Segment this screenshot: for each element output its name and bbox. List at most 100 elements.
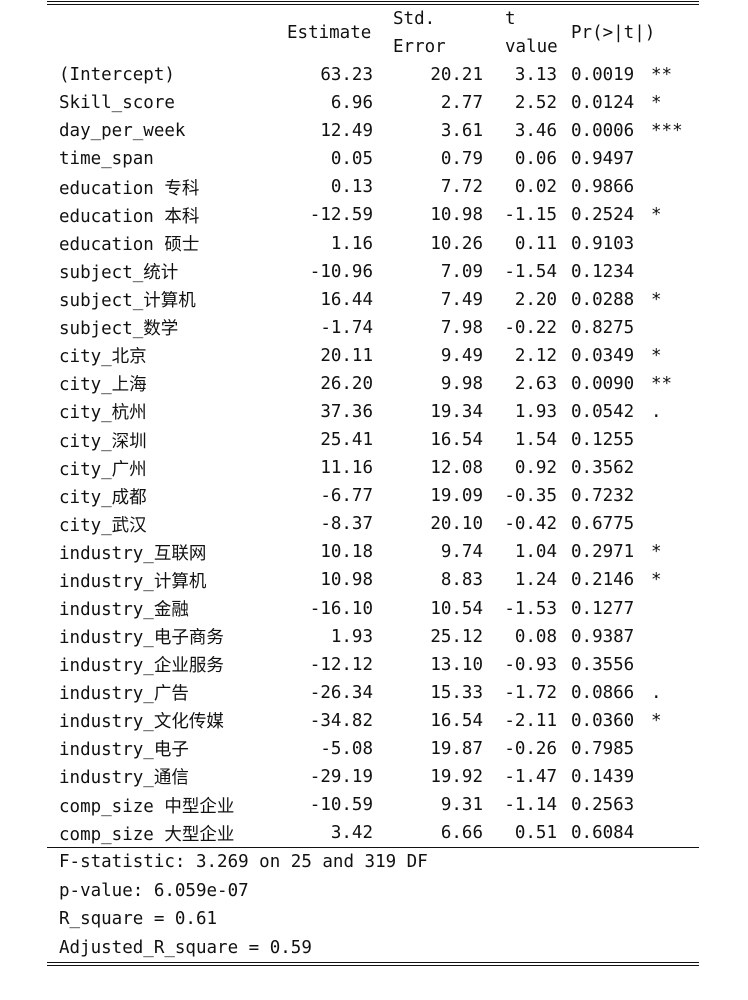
row-estimate: 12.49: [320, 121, 373, 142]
row-significance: .: [651, 401, 662, 422]
row-t-value: -0.93: [504, 654, 557, 675]
bottom-rule-inner: [47, 965, 699, 967]
row-name: subject_统计: [59, 263, 179, 284]
table-row: industry_文化传媒 -34.82 16.54 -2.11 0.0360 *: [47, 707, 699, 735]
row-p-value: 0.1234: [571, 261, 635, 282]
table-row: industry_计算机 10.98 8.83 1.24 0.2146 *: [47, 566, 699, 594]
row-std-error: 7.49: [440, 289, 483, 310]
row-p-value: 0.8275: [571, 317, 635, 338]
table-row: industry_电子商务 1.93 25.12 0.08 0.9387: [47, 623, 699, 651]
adjusted-r-square: Adjusted_R_square = 0.59: [59, 937, 312, 958]
row-significance: [651, 426, 699, 454]
top-rule: [47, 1, 699, 2]
row-std-error: 19.87: [430, 738, 483, 759]
row-t-value: 1.93: [514, 401, 557, 422]
table-row: city_杭州 37.36 19.34 1.93 0.0542.: [47, 398, 699, 426]
row-estimate: -10.59: [309, 795, 373, 816]
row-significance: [651, 510, 699, 538]
row-t-value: -1.72: [504, 682, 557, 703]
row-significance: [651, 594, 699, 622]
row-significance: [651, 763, 699, 791]
row-p-value: 0.6775: [571, 514, 635, 535]
table-row: education 专科 0.13 7.72 0.02 0.9866: [47, 173, 699, 201]
row-std-error: 8.83: [440, 570, 483, 591]
row-name: industry_通信: [59, 768, 189, 789]
row-t-value: 0.08: [514, 626, 557, 647]
row-estimate: 0.13: [330, 177, 373, 198]
row-estimate: -6.77: [320, 486, 373, 507]
row-std-error: 2.77: [440, 93, 483, 114]
row-std-error: 7.98: [440, 317, 483, 338]
row-significance: [651, 145, 699, 173]
row-name: industry_互联网: [59, 543, 207, 564]
header-p-value: Pr(>|t|): [571, 23, 656, 43]
row-t-value: -0.42: [504, 514, 557, 535]
row-name: subject_计算机: [59, 291, 196, 312]
regression-table-document: Estimate Std. Error t value Pr(>|t|) (Inte…: [47, 0, 699, 967]
row-name: industry_电子商务: [59, 628, 224, 649]
row-estimate: 6.96: [330, 93, 373, 114]
row-significance: **: [651, 373, 673, 394]
row-t-value: 1.24: [514, 570, 557, 591]
row-t-value: 2.52: [514, 93, 557, 114]
row-significance: .: [651, 682, 662, 703]
row-estimate: -12.12: [309, 654, 373, 675]
row-estimate: -10.96: [309, 261, 373, 282]
row-name: city_武汉: [59, 515, 147, 536]
table-row: city_上海 26.20 9.98 2.63 0.0090 **: [47, 370, 699, 398]
row-std-error: 7.72: [440, 177, 483, 198]
row-estimate: 11.16: [320, 458, 373, 479]
row-t-value: -0.22: [504, 317, 557, 338]
row-p-value: 0.0124: [571, 93, 635, 114]
row-t-value: 2.63: [514, 373, 557, 394]
row-p-value: 0.0019: [571, 65, 635, 86]
table-row: day_per_week 12.49 3.61 3.46 0.0006 ***: [47, 117, 699, 145]
row-significance: [651, 651, 699, 679]
row-p-value: 0.1439: [571, 766, 635, 787]
row-t-value: 3.13: [514, 65, 557, 86]
table-row: industry_广告 -26.34 15.33 -1.72 0.0866.: [47, 679, 699, 707]
row-name: industry_金融: [59, 600, 189, 621]
model-summary: F-statistic: 3.269 on 25 and 319 DF p-va…: [47, 848, 699, 962]
row-significance: [651, 173, 699, 201]
row-std-error: 9.74: [440, 542, 483, 563]
row-significance: [651, 482, 699, 510]
table-row: city_成都 -6.77 19.09 -0.35 0.7232: [47, 482, 699, 510]
row-name: industry_计算机: [59, 571, 207, 592]
row-t-value: 2.12: [514, 345, 557, 366]
row-name: industry_电子: [59, 740, 189, 761]
row-significance: *: [651, 542, 662, 563]
row-estimate: -34.82: [309, 710, 373, 731]
row-p-value: 0.9387: [571, 626, 635, 647]
row-name: education 专科: [59, 178, 200, 199]
row-std-error: 9.31: [440, 795, 483, 816]
row-significance: *: [651, 93, 662, 114]
row-name: city_广州: [59, 459, 147, 480]
header-t-value-line1: t: [505, 9, 516, 29]
header-sig-blank: [651, 5, 699, 61]
row-std-error: 9.49: [440, 345, 483, 366]
header-std-error-line2: Error: [393, 37, 446, 57]
row-t-value: 0.11: [514, 233, 557, 254]
row-t-value: 1.04: [514, 542, 557, 563]
row-significance: *: [651, 710, 662, 731]
table-row: Skill_score 6.96 2.77 2.52 0.0124 *: [47, 89, 699, 117]
row-estimate: 1.93: [330, 626, 373, 647]
row-p-value: 0.7985: [571, 738, 635, 759]
header-t-value: t value: [483, 5, 558, 61]
row-p-value: 0.7232: [571, 486, 635, 507]
row-estimate: 3.42: [330, 823, 373, 844]
coefficient-table: Estimate Std. Error t value Pr(>|t|) (Inte…: [47, 5, 699, 847]
table-header: Estimate Std. Error t value Pr(>|t|): [47, 5, 699, 61]
row-std-error: 9.98: [440, 373, 483, 394]
table-row: industry_互联网 10.18 9.74 1.04 0.2971 *: [47, 538, 699, 566]
row-p-value: 0.9103: [571, 233, 635, 254]
row-t-value: 0.51: [514, 823, 557, 844]
row-t-value: -0.35: [504, 486, 557, 507]
row-significance: [651, 454, 699, 482]
row-std-error: 13.10: [430, 654, 483, 675]
row-name: time_span: [59, 149, 154, 170]
row-name: education 硕士: [59, 235, 200, 255]
row-std-error: 15.33: [430, 682, 483, 703]
table-row: subject_统计 -10.96 7.09 -1.54 0.1234: [47, 258, 699, 286]
